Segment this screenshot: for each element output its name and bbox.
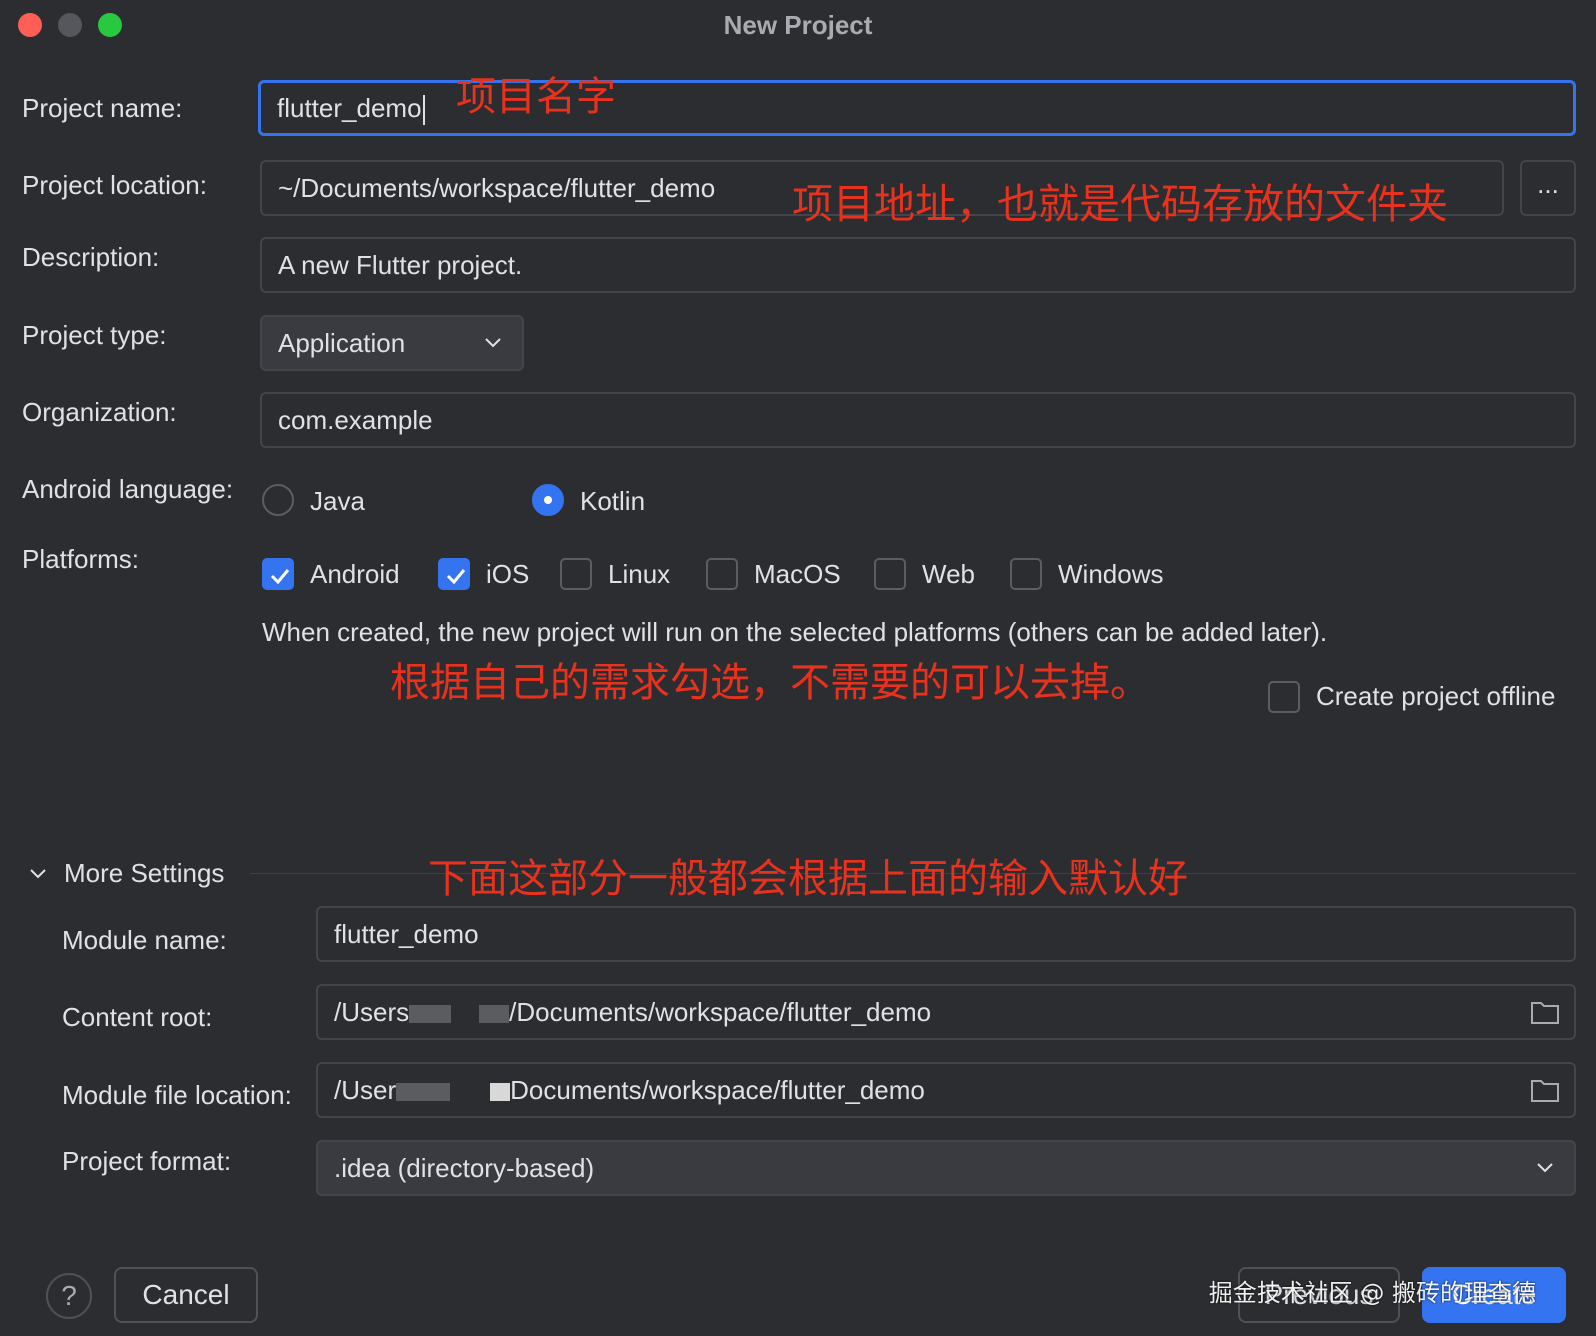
- project-location-value: ~/Documents/workspace/flutter_demo: [278, 173, 716, 203]
- project-location-label: Project location:: [22, 170, 207, 200]
- folder-icon[interactable]: [1530, 1076, 1560, 1104]
- project-format-label: Project format:: [62, 1146, 232, 1176]
- check-icon: [270, 569, 290, 585]
- help-button[interactable]: ?: [46, 1273, 92, 1319]
- redacted-username: [490, 1083, 511, 1102]
- platforms-hint: When created, the new project will run o…: [262, 617, 1328, 647]
- module-file-prefix: /User: [334, 1075, 397, 1105]
- project-name-label: Project name:: [22, 93, 183, 123]
- windows-label[interactable]: Windows: [1058, 559, 1163, 590]
- create-offline-checkbox[interactable]: [1268, 681, 1300, 713]
- web-checkbox[interactable]: [874, 558, 906, 590]
- annotation-more-settings: 下面这部分一般都会根据上面的输入默认好: [428, 856, 1188, 902]
- folder-icon[interactable]: [1530, 998, 1560, 1026]
- java-label[interactable]: Java: [310, 486, 365, 517]
- module-name-input[interactable]: flutter_demo: [316, 906, 1576, 962]
- chevron-down-icon: [1537, 1163, 1553, 1173]
- content-root-input[interactable]: /Users/Documents/workspace/flutter_demo: [316, 984, 1576, 1040]
- window-title: New Project: [723, 10, 873, 40]
- module-file-location-label: Module file location:: [62, 1080, 292, 1110]
- project-type-select[interactable]: Application: [260, 315, 524, 371]
- web-label[interactable]: Web: [922, 559, 975, 590]
- android-label[interactable]: Android: [310, 559, 400, 590]
- platforms-label: Platforms:: [22, 544, 140, 574]
- organization-input[interactable]: com.example: [260, 392, 1576, 448]
- check-icon: [446, 569, 466, 585]
- project-type-label: Project type:: [22, 320, 167, 350]
- android-language-label: Android language:: [22, 474, 234, 504]
- cancel-button[interactable]: Cancel: [114, 1267, 258, 1323]
- description-label: Description:: [22, 242, 160, 272]
- title-bar: New Project: [0, 0, 1596, 50]
- kotlin-label[interactable]: Kotlin: [580, 486, 645, 517]
- annotation-platforms: 根据自己的需求勾选，不需要的可以去掉。: [390, 660, 1150, 706]
- content-root-label: Content root:: [62, 1002, 213, 1032]
- chevron-down-icon: [485, 338, 501, 348]
- content-root-suffix: /Documents/workspace/flutter_demo: [509, 997, 932, 1027]
- ios-checkbox[interactable]: [438, 558, 470, 590]
- macos-checkbox[interactable]: [706, 558, 738, 590]
- macos-label[interactable]: MacOS: [754, 559, 841, 590]
- module-name-label: Module name:: [62, 925, 227, 955]
- create-offline-label[interactable]: Create project offline: [1316, 681, 1555, 712]
- module-name-value: flutter_demo: [334, 919, 479, 949]
- more-settings-toggle[interactable]: More Settings: [64, 858, 224, 889]
- description-value: A new Flutter project.: [278, 250, 523, 280]
- text-caret: [422, 95, 425, 126]
- linux-checkbox[interactable]: [560, 558, 592, 590]
- watermark: 掘金技术社区 @ 搬砖的理查德: [1208, 1279, 1536, 1307]
- project-name-value: flutter_demo: [277, 93, 422, 123]
- android-checkbox[interactable]: [262, 558, 294, 590]
- project-format-value: .idea (directory-based): [334, 1153, 595, 1183]
- java-radio[interactable]: [262, 484, 294, 516]
- annotation-project-name: 项目名字: [456, 74, 616, 120]
- kotlin-radio[interactable]: [532, 484, 564, 516]
- organization-value: com.example: [278, 405, 433, 435]
- content-root-prefix: /Users: [334, 997, 410, 1027]
- redacted-username: [409, 1005, 452, 1024]
- module-file-location-input[interactable]: /User Documents/workspace/flutter_demo: [316, 1062, 1576, 1118]
- project-type-value: Application: [278, 328, 406, 358]
- redacted-username: [396, 1083, 451, 1102]
- ios-label[interactable]: iOS: [486, 559, 529, 590]
- project-format-select[interactable]: .idea (directory-based): [316, 1140, 1576, 1196]
- module-file-suffix: Documents/workspace/flutter_demo: [510, 1075, 925, 1105]
- description-input[interactable]: A new Flutter project.: [260, 237, 1576, 293]
- chevron-down-icon[interactable]: [26, 862, 50, 886]
- redacted-username: [479, 1005, 510, 1024]
- linux-label[interactable]: Linux: [608, 559, 670, 590]
- windows-checkbox[interactable]: [1010, 558, 1042, 590]
- browse-location-button[interactable]: ...: [1520, 160, 1576, 216]
- annotation-project-location: 项目地址，也就是代码存放的文件夹: [792, 180, 1448, 228]
- new-project-dialog: New Project Project name: flutter_demo 项…: [0, 0, 1596, 1336]
- organization-label: Organization:: [22, 397, 177, 427]
